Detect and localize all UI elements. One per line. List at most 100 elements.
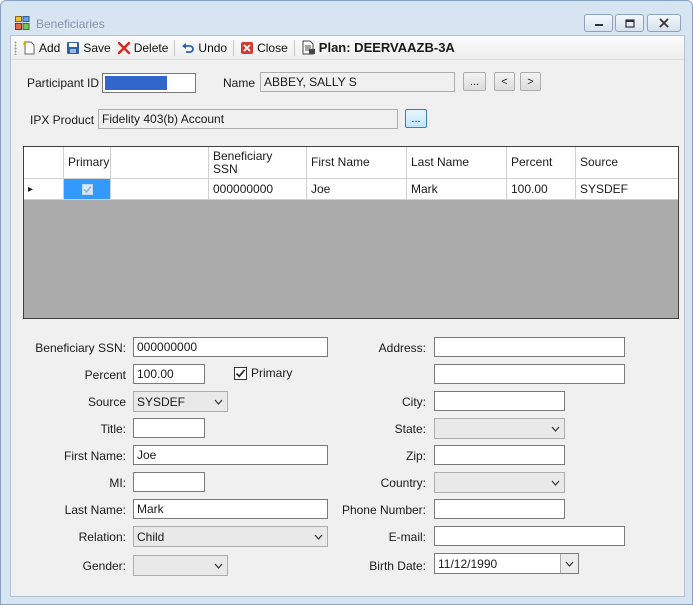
state-dropdown[interactable] xyxy=(434,418,565,439)
title-field[interactable] xyxy=(133,418,205,438)
address-line1-field[interactable] xyxy=(434,337,625,357)
previous-participant-button[interactable]: < xyxy=(494,72,515,91)
cell-value: SYSDEF xyxy=(580,182,629,196)
window-title: Beneficiaries xyxy=(36,17,105,31)
save-label: Save xyxy=(83,40,111,55)
checkmark-icon xyxy=(235,368,246,377)
email-field[interactable] xyxy=(434,526,625,546)
source-dropdown[interactable]: SYSDEF xyxy=(133,391,228,412)
column-header-blank[interactable] xyxy=(111,147,209,179)
maximize-button[interactable] xyxy=(615,14,644,32)
name-browse-button[interactable]: ... xyxy=(463,72,486,91)
mi-label: MI: xyxy=(109,476,126,490)
app-window-icon xyxy=(15,16,30,30)
first-name-field[interactable]: Joe xyxy=(133,445,328,465)
ipx-product-field[interactable]: Fidelity 403(b) Account xyxy=(98,109,398,129)
column-header-source[interactable]: Source xyxy=(576,147,678,179)
column-label: Percent xyxy=(511,155,553,169)
table-row[interactable]: ▸ 000000000 Joe Mark 100.00 SYSDEF xyxy=(24,179,678,200)
next-participant-button[interactable]: > xyxy=(520,72,541,91)
cell-percent[interactable]: 100.00 xyxy=(507,179,576,200)
column-header-last-name[interactable]: Last Name xyxy=(407,147,507,179)
column-label: Primary xyxy=(68,155,110,169)
birth-date-picker[interactable]: 11/12/1990 xyxy=(434,553,579,574)
chevron-down-icon xyxy=(546,473,564,492)
beneficiaries-grid[interactable]: Primary Beneficiary SSN First Name Last … xyxy=(23,146,679,319)
cell-blank[interactable] xyxy=(111,179,209,200)
add-label: Add xyxy=(39,40,61,55)
primary-checkbox[interactable]: Primary xyxy=(234,366,292,380)
last-name-field[interactable]: Mark xyxy=(133,499,328,519)
last-name-label: Last Name: xyxy=(64,503,126,517)
column-label: Source xyxy=(580,155,619,169)
name-field[interactable]: ABBEY, SALLY S xyxy=(260,72,455,92)
column-header-beneficiary-ssn[interactable]: Beneficiary SSN xyxy=(209,147,307,179)
cell-source[interactable]: SYSDEF xyxy=(576,179,678,200)
plan-label: Plan: DEERVAAZB-3A xyxy=(318,40,455,55)
undo-button[interactable]: Undo xyxy=(178,37,230,59)
email-label: E-mail: xyxy=(388,530,426,544)
ipx-product-browse-button[interactable]: ... xyxy=(405,109,427,128)
document-icon xyxy=(302,40,315,55)
column-header-percent[interactable]: Percent xyxy=(507,147,576,179)
beneficiary-ssn-field[interactable]: 000000000 xyxy=(133,337,328,357)
minimize-icon xyxy=(594,24,603,26)
primary-checkbox-box[interactable] xyxy=(234,366,247,380)
zip-field[interactable] xyxy=(434,445,565,465)
cell-value: Joe xyxy=(311,182,331,196)
column-label: Beneficiary SSN xyxy=(213,148,273,176)
phone-number-field[interactable] xyxy=(434,499,565,519)
country-dropdown[interactable] xyxy=(434,472,565,493)
primary-checkbox-label: Primary xyxy=(251,366,293,380)
toolbar-separator xyxy=(293,39,295,56)
city-field[interactable] xyxy=(434,391,565,411)
percent-label: Percent xyxy=(84,368,126,382)
country-label: Country: xyxy=(380,476,426,490)
ipx-product-value: Fidelity 403(b) Account xyxy=(102,112,225,126)
column-label: First Name xyxy=(311,155,370,169)
toolbar-grip[interactable] xyxy=(14,40,17,55)
column-header-first-name[interactable]: First Name xyxy=(307,147,407,179)
participant-id-field[interactable] xyxy=(102,73,196,93)
relation-label: Relation: xyxy=(78,530,126,544)
gender-dropdown[interactable] xyxy=(133,555,228,576)
cell-last-name[interactable]: Mark xyxy=(407,179,507,200)
chevron-down-icon xyxy=(546,419,564,438)
current-row-indicator-icon: ▸ xyxy=(28,183,34,195)
participant-id-selection xyxy=(105,76,167,90)
primary-cell-checkbox[interactable] xyxy=(81,183,93,195)
delete-label: Delete xyxy=(133,40,169,55)
close-button[interactable]: Close xyxy=(237,37,291,59)
cell-primary[interactable] xyxy=(64,179,111,200)
column-header-primary[interactable]: Primary xyxy=(64,147,111,179)
maximize-icon xyxy=(624,18,635,28)
first-name-value: Joe xyxy=(137,448,157,462)
add-button[interactable]: Add xyxy=(19,37,63,59)
cell-ssn[interactable]: 000000000 xyxy=(209,179,307,200)
minimize-button[interactable] xyxy=(584,14,613,32)
phone-number-label: Phone Number: xyxy=(341,503,426,517)
close-window-button[interactable] xyxy=(647,14,681,32)
grid-header-row: Primary Beneficiary SSN First Name Last … xyxy=(24,147,678,179)
address-label: Address: xyxy=(378,341,426,355)
toolbar: Add Save Delete Undo Close Plan: DEERVAA… xyxy=(11,36,684,60)
percent-field[interactable]: 100.00 xyxy=(133,364,205,384)
participant-id-label: Participant ID xyxy=(27,76,100,90)
source-label: Source xyxy=(87,395,126,409)
last-name-value: Mark xyxy=(137,502,164,516)
mi-field[interactable] xyxy=(133,472,205,492)
address-line2-field[interactable] xyxy=(434,364,625,384)
cell-value: Mark xyxy=(411,182,438,196)
close-label: Close xyxy=(257,40,288,55)
delete-button[interactable]: Delete xyxy=(114,37,172,59)
save-button[interactable]: Save xyxy=(63,37,113,59)
gender-label: Gender: xyxy=(82,559,126,573)
first-name-label: First Name: xyxy=(63,449,126,463)
row-selector[interactable]: ▸ xyxy=(24,179,64,200)
cell-first-name[interactable]: Joe xyxy=(307,179,407,200)
close-icon xyxy=(659,18,669,28)
title-bar[interactable]: Beneficiaries xyxy=(1,1,692,35)
toolbar-separator xyxy=(174,39,176,56)
chevron-down-icon[interactable] xyxy=(560,554,578,573)
relation-dropdown[interactable]: Child xyxy=(133,526,328,547)
